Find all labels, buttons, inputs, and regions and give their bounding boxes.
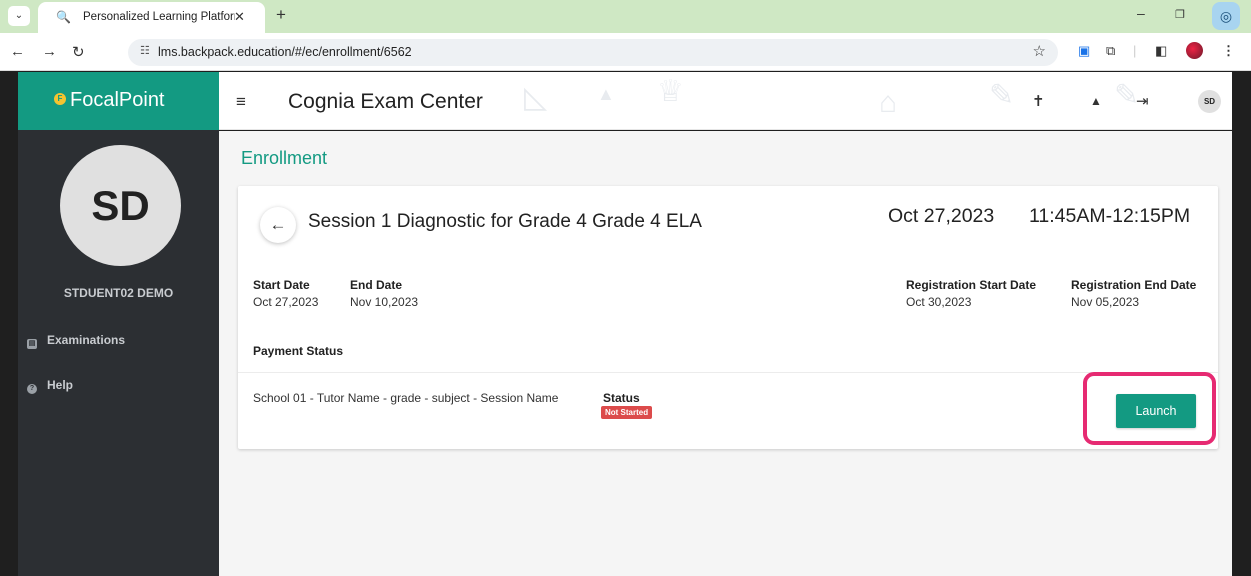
start-date-value: Oct 27,2023 <box>253 295 319 309</box>
url-text[interactable]: lms.backpack.education/#/ec/enrollment/6… <box>158 45 412 59</box>
main-content: Enrollment ← Session 1 Diagnostic for Gr… <box>219 131 1232 576</box>
extensions-icon[interactable]: ⧉ <box>1106 43 1115 59</box>
user-name: STDUENT02 DEMO <box>63 286 174 300</box>
profile-avatar[interactable] <box>1186 42 1203 59</box>
triangle-decoration-icon: ▲ <box>597 84 615 104</box>
site-info-icon[interactable]: ☷ <box>140 44 150 57</box>
screen-capture-icon[interactable]: ◎ <box>1212 2 1240 30</box>
more-menu-icon[interactable]: ⋮ <box>1222 43 1235 59</box>
pencil-decoration-icon: ✎ <box>989 79 1015 112</box>
browser-tab-bar: ⌄ 🔍 Personalized Learning Platform ✕ + –… <box>0 0 1251 33</box>
logout-icon[interactable]: ⇥ <box>1136 92 1149 110</box>
address-bar[interactable]: ☷ lms.backpack.education/#/ec/enrollment… <box>128 39 1058 66</box>
exam-icon: ▤ <box>27 339 37 349</box>
status-label: Status <box>603 391 640 405</box>
graduation-cap-decoration-icon: ⌂ <box>879 86 898 119</box>
sidebar-item-label: Examinations <box>47 333 126 347</box>
tab-title: Personalized Learning Platform <box>83 11 235 23</box>
notification-bell-icon[interactable]: ▲ <box>1090 94 1102 108</box>
help-icon: ? <box>27 384 37 394</box>
tab-search-button[interactable]: ⌄ <box>8 6 30 26</box>
back-arrow-icon[interactable]: ← <box>10 43 25 60</box>
ruler-decoration-icon: ◺ <box>524 81 548 114</box>
page-scrollbar[interactable] <box>1232 72 1251 576</box>
session-row-name: School 01 - Tutor Name - grade - subject… <box>253 391 559 405</box>
menu-toggle-icon[interactable]: ≡ <box>236 92 246 112</box>
back-button[interactable]: ← <box>260 207 296 243</box>
user-avatar: SD <box>60 145 181 266</box>
registration-start-date-label: Registration Start Date <box>906 278 1037 292</box>
browser-tab[interactable]: 🔍 Personalized Learning Platform ✕ <box>38 2 265 33</box>
focalpoint-logo-icon: F <box>54 93 66 105</box>
toolbar-divider: | <box>1133 43 1137 58</box>
enrollment-card: ← Session 1 Diagnostic for Grade 4 Grade… <box>238 186 1218 449</box>
sidebar-item-label: Help <box>47 378 74 392</box>
launch-button-highlight <box>1083 372 1216 445</box>
cast-icon[interactable]: ▣ <box>1078 43 1090 59</box>
payment-status-label: Payment Status <box>253 344 344 358</box>
brand-bar[interactable]: F FocalPoint <box>18 72 219 130</box>
registration-end-date-value: Nov 05,2023 <box>1071 295 1140 309</box>
site-favicon-icon: 🔍 <box>56 10 71 24</box>
session-date: Oct 27,2023 <box>888 205 995 227</box>
minimize-icon[interactable]: – <box>1137 5 1145 21</box>
sidebar-item-examinations[interactable]: ▤ Examinations <box>27 333 125 349</box>
registration-start-date-value: Oct 30,2023 <box>906 295 972 309</box>
bookmark-star-icon[interactable]: ☆ <box>1033 42 1046 60</box>
divider <box>238 372 1218 373</box>
side-panel-icon[interactable]: ◧ <box>1155 43 1167 59</box>
reload-icon[interactable]: ↻ <box>72 43 85 61</box>
header-avatar[interactable]: SD <box>1198 90 1221 113</box>
sidebar-item-help[interactable]: ? Help <box>27 378 73 394</box>
registration-end-date-label: Registration End Date <box>1071 278 1197 292</box>
forward-arrow-icon[interactable]: → <box>42 43 57 60</box>
end-date-value: Nov 10,2023 <box>350 295 419 309</box>
end-date-label: End Date <box>350 278 403 292</box>
start-date-label: Start Date <box>253 278 310 292</box>
restore-icon[interactable]: ❐ <box>1175 8 1185 21</box>
browser-toolbar: ← → ↻ ☷ lms.backpack.education/#/ec/enro… <box>0 33 1251 71</box>
page-title: Enrollment <box>241 148 328 168</box>
app-header: ◺ ▲ ♕ ⌂ ✎ ✎ ≡ Cognia Exam Center ✝ ▲ ⇥ S… <box>219 72 1232 130</box>
session-time: 11:45AM-12:15PM <box>1029 205 1191 227</box>
app-title: Cognia Exam Center <box>288 90 483 113</box>
brand-name: FocalPoint <box>70 89 165 111</box>
status-badge: Not Started <box>601 406 653 419</box>
accessibility-icon[interactable]: ✝ <box>1032 92 1045 110</box>
new-tab-icon[interactable]: + <box>276 5 286 25</box>
session-title: Session 1 Diagnostic for Grade 4 Grade 4… <box>308 211 702 232</box>
trophy-decoration-icon: ♕ <box>657 75 684 108</box>
close-tab-icon[interactable]: ✕ <box>234 9 245 25</box>
sidebar: F FocalPoint SD STDUENT02 DEMO ▤ Examinat… <box>18 72 219 576</box>
